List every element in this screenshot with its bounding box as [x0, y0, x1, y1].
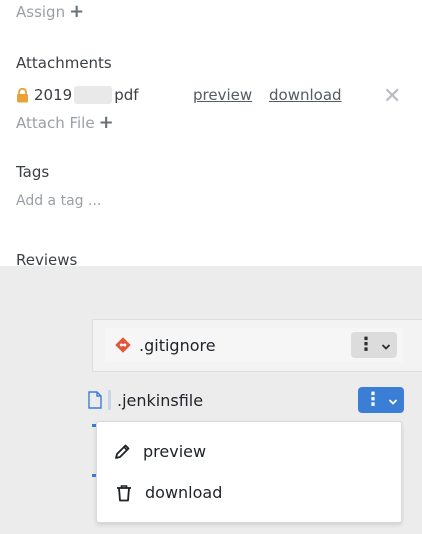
file-card-gitignore: .gitignore ⋮ [92, 319, 422, 372]
file-row[interactable]: .gitignore ⋮ [105, 328, 403, 362]
attach-file-control[interactable]: Attach File + [16, 112, 114, 133]
git-icon [115, 337, 131, 353]
chevron-down-icon [381, 336, 391, 355]
chevron-down-icon [388, 391, 398, 410]
dropdown-item-download[interactable]: download [115, 483, 222, 502]
kebab-icon: ⋮ [357, 334, 375, 355]
file-row[interactable]: .jenkinsfile ⋮ [88, 385, 418, 415]
attachment-preview-link[interactable]: preview [193, 86, 252, 104]
assign-plus-icon[interactable]: + [69, 1, 84, 22]
reviews-title: Reviews [16, 251, 78, 266]
file-actions-dropdown: preview download [96, 421, 402, 523]
trash-icon [115, 484, 133, 502]
redacted-filename [74, 86, 113, 104]
dropdown-item-label: preview [143, 442, 207, 461]
file-name: .jenkinsfile [117, 390, 204, 410]
pencil-icon [113, 443, 131, 461]
attachments-title: Attachments [16, 54, 112, 72]
assign-label: Assign [16, 2, 66, 21]
add-tag-input[interactable]: Add a tag ... [16, 193, 101, 209]
file-list-panel: .gitignore ⋮ .jenkinsfile ⋮ preview down… [0, 266, 422, 534]
remove-attachment-icon[interactable]: ✕ [383, 84, 401, 109]
attachment-name-prefix: 2019 [34, 86, 73, 104]
file-name: .gitignore [139, 335, 216, 355]
kebab-icon: ⋮ [364, 389, 382, 410]
lock-icon [16, 87, 29, 103]
tags-title: Tags [16, 163, 50, 181]
attachment-download-link[interactable]: download [269, 86, 342, 104]
selection-bar [108, 390, 111, 410]
file-menu-button-active[interactable]: ⋮ [358, 387, 404, 413]
assign-control[interactable]: Assign + [16, 1, 84, 22]
file-card-jenkinsfile: .jenkinsfile ⋮ [84, 381, 422, 419]
attach-file-plus-icon[interactable]: + [99, 112, 114, 133]
dropdown-item-label: download [145, 483, 223, 502]
file-icon [88, 391, 102, 409]
file-menu-button[interactable]: ⋮ [351, 332, 397, 358]
attachment-name-suffix: pdf [114, 86, 139, 104]
task-details-panel: Assign + Attachments 2019 pdf preview do… [0, 0, 422, 266]
dropdown-item-preview[interactable]: preview [113, 442, 206, 461]
attach-file-label: Attach File [16, 113, 95, 132]
